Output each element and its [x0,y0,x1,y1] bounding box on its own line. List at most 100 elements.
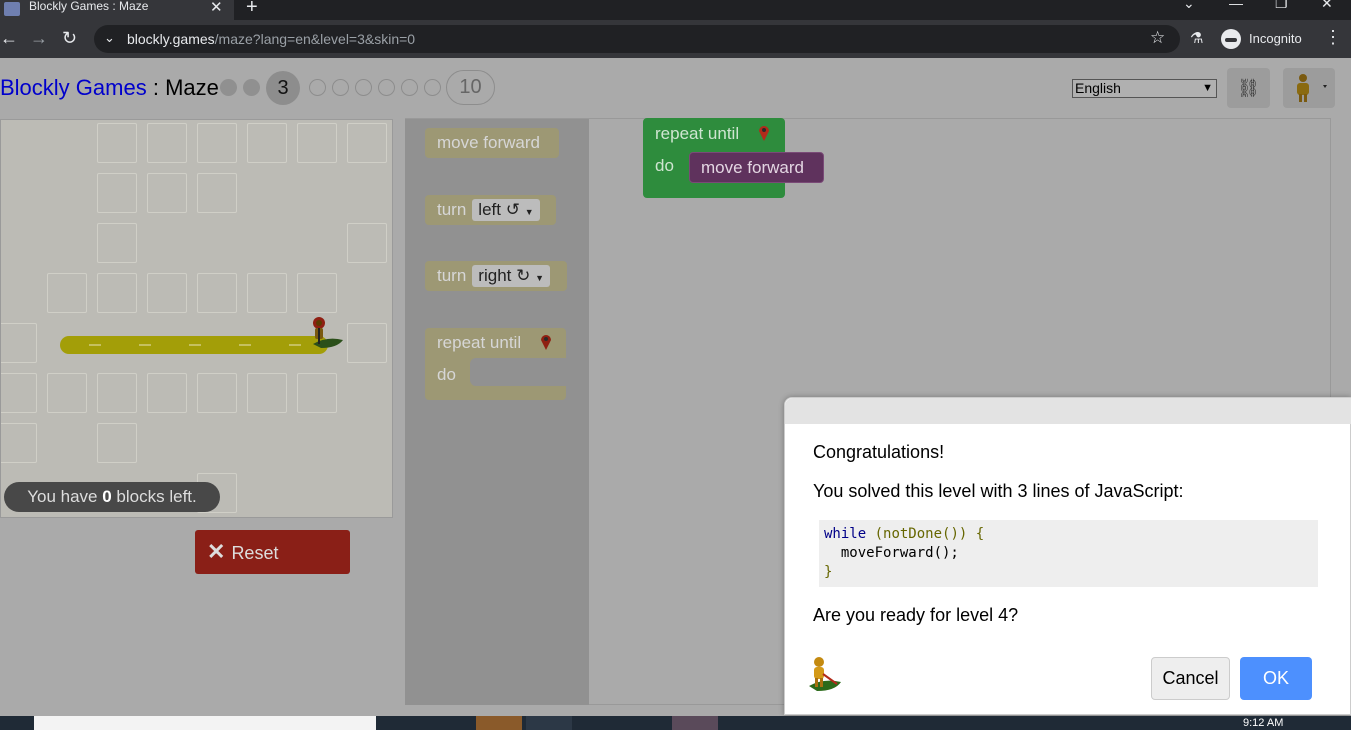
link-icon: ⛓ [1237,78,1260,98]
maze-tile [97,373,137,413]
os-taskbar: 9:12 AM [0,716,1351,730]
maze-tile [147,273,187,313]
level-2-dot[interactable] [243,79,260,96]
window-close-icon[interactable]: ✕ [1321,0,1333,12]
maze-tile [97,173,137,213]
link-button[interactable]: ⛓ [1227,68,1270,108]
code-line-3: } [824,564,833,580]
maze-tile [197,173,237,213]
taskbar-search-box[interactable] [34,716,376,730]
block-label: move forward [437,133,540,152]
block-label: turn [437,266,467,285]
toolbox-move-forward-block[interactable]: move forward [425,128,559,158]
block-label: repeat until [437,333,522,352]
forward-icon[interactable]: → [30,27,48,49]
statement-slot [470,358,566,386]
maze-tile [97,423,137,463]
block-label: move forward [701,158,804,177]
maze-tile [197,373,237,413]
toolbox-repeat-until-block[interactable]: repeat until do [425,328,566,400]
maze-title: Maze [165,75,219,100]
page-title: Blockly Games : Maze [0,75,219,101]
tab-close-icon[interactable]: ✕ [210,0,223,16]
url-path: /maze?lang=en&level=3&skin=0 [214,31,416,47]
browser-tab[interactable]: Blockly Games : Maze ✕ [0,0,234,20]
current-level-badge[interactable]: 3 [266,71,300,105]
workspace-move-forward-block[interactable]: move forward [689,152,824,183]
dialog-ready-text: Are you ready for level 4? [813,605,1019,625]
congratulations-dialog: Congratulations! You solved this level w… [784,397,1351,715]
maze-tile [247,123,287,163]
blockly-favicon-icon [4,2,20,16]
path-marker [239,344,251,346]
block-label: turn [437,200,467,219]
level-7-dot[interactable] [378,79,395,96]
chevron-down-icon: ▼ [1202,82,1213,94]
maze-tile [247,373,287,413]
blocks-left-suffix: blocks left. [111,487,197,506]
maze-tile [147,373,187,413]
level-4-dot[interactable] [309,79,326,96]
level-1-dot[interactable] [220,79,237,96]
code-keyword: while [824,526,867,542]
bookmark-star-icon[interactable]: ☆ [1150,28,1165,48]
taskbar-app-icon[interactable] [476,716,522,730]
browser-menu-icon[interactable]: ⋮ [1324,27,1342,48]
address-bar[interactable]: ⌄ blockly.games/maze?lang=en&level=3&ski… [94,25,1180,53]
maze-tile [97,273,137,313]
reset-label: Reset [231,543,279,563]
tab-search-icon[interactable]: ⌄ [1183,0,1195,12]
dialog-header[interactable] [785,398,1351,424]
browser-tabstrip: Blockly Games : Maze ✕ + ⌄ — ❐ ✕ [0,0,1351,20]
level-5-dot[interactable] [332,79,349,96]
maze-tile [297,123,337,163]
maze-tile [147,123,187,163]
pegman-icon [809,657,841,691]
language-selected: English [1075,80,1121,96]
reset-button[interactable]: ✕ Reset [195,530,350,574]
blocks-left-prefix: You have [27,487,103,506]
do-label: do [655,156,674,175]
toolbox-turn-right-block[interactable]: turn right ↻ ▼ [425,261,567,291]
block-label: repeat until [655,124,740,143]
dialog-congrats: Congratulations! [813,442,945,462]
dropdown-value: left ↺ [478,200,520,219]
maze-tile [197,273,237,313]
ok-button[interactable]: OK [1240,657,1312,700]
maze-tile [147,173,187,213]
language-select[interactable]: English ▼ [1072,79,1217,98]
cancel-button[interactable]: Cancel [1151,657,1230,700]
maze-tile [197,123,237,163]
level-10-badge[interactable]: 10 [446,70,495,105]
code-line-1-rest: (notDone()) { [866,526,985,542]
reload-icon[interactable]: ↻ [62,27,77,49]
maze-tile [347,323,387,363]
restore-icon[interactable]: ❐ [1275,0,1288,12]
blockly-games-link[interactable]: Blockly Games [0,75,147,100]
maze-tile [1,323,37,363]
level-6-dot[interactable] [355,79,372,96]
pegman-button[interactable] [1283,68,1335,108]
start-icon[interactable] [0,716,30,730]
url-text[interactable]: blockly.games/maze?lang=en&level=3&skin=… [127,31,415,47]
minimize-icon[interactable]: — [1229,0,1243,11]
new-tab-icon[interactable]: + [246,0,258,19]
level-9-dot[interactable] [424,79,441,96]
turn-direction-dropdown[interactable]: left ↺ ▼ [472,199,540,221]
pegman-icon [1297,74,1327,102]
maze-board: You have 0 blocks left. [0,119,393,518]
chrome-icon[interactable] [672,716,718,730]
level-8-dot[interactable] [401,79,418,96]
path-marker [89,344,101,346]
folder-icon[interactable] [526,716,572,730]
turn-direction-dropdown[interactable]: right ↻ ▼ [472,265,550,287]
toolbox-turn-left-block[interactable]: turn left ↺ ▼ [425,195,556,225]
maze-tile [47,273,87,313]
profile-label[interactable]: Incognito [1249,31,1302,46]
labs-flask-icon[interactable]: ⚗ [1190,29,1203,47]
site-info-icon[interactable]: ⌄ [104,30,115,46]
maze-tile [47,373,87,413]
incognito-icon [1221,29,1241,49]
blocks-left-counter: You have 0 blocks left. [4,482,220,512]
back-icon[interactable]: ← [0,27,18,49]
